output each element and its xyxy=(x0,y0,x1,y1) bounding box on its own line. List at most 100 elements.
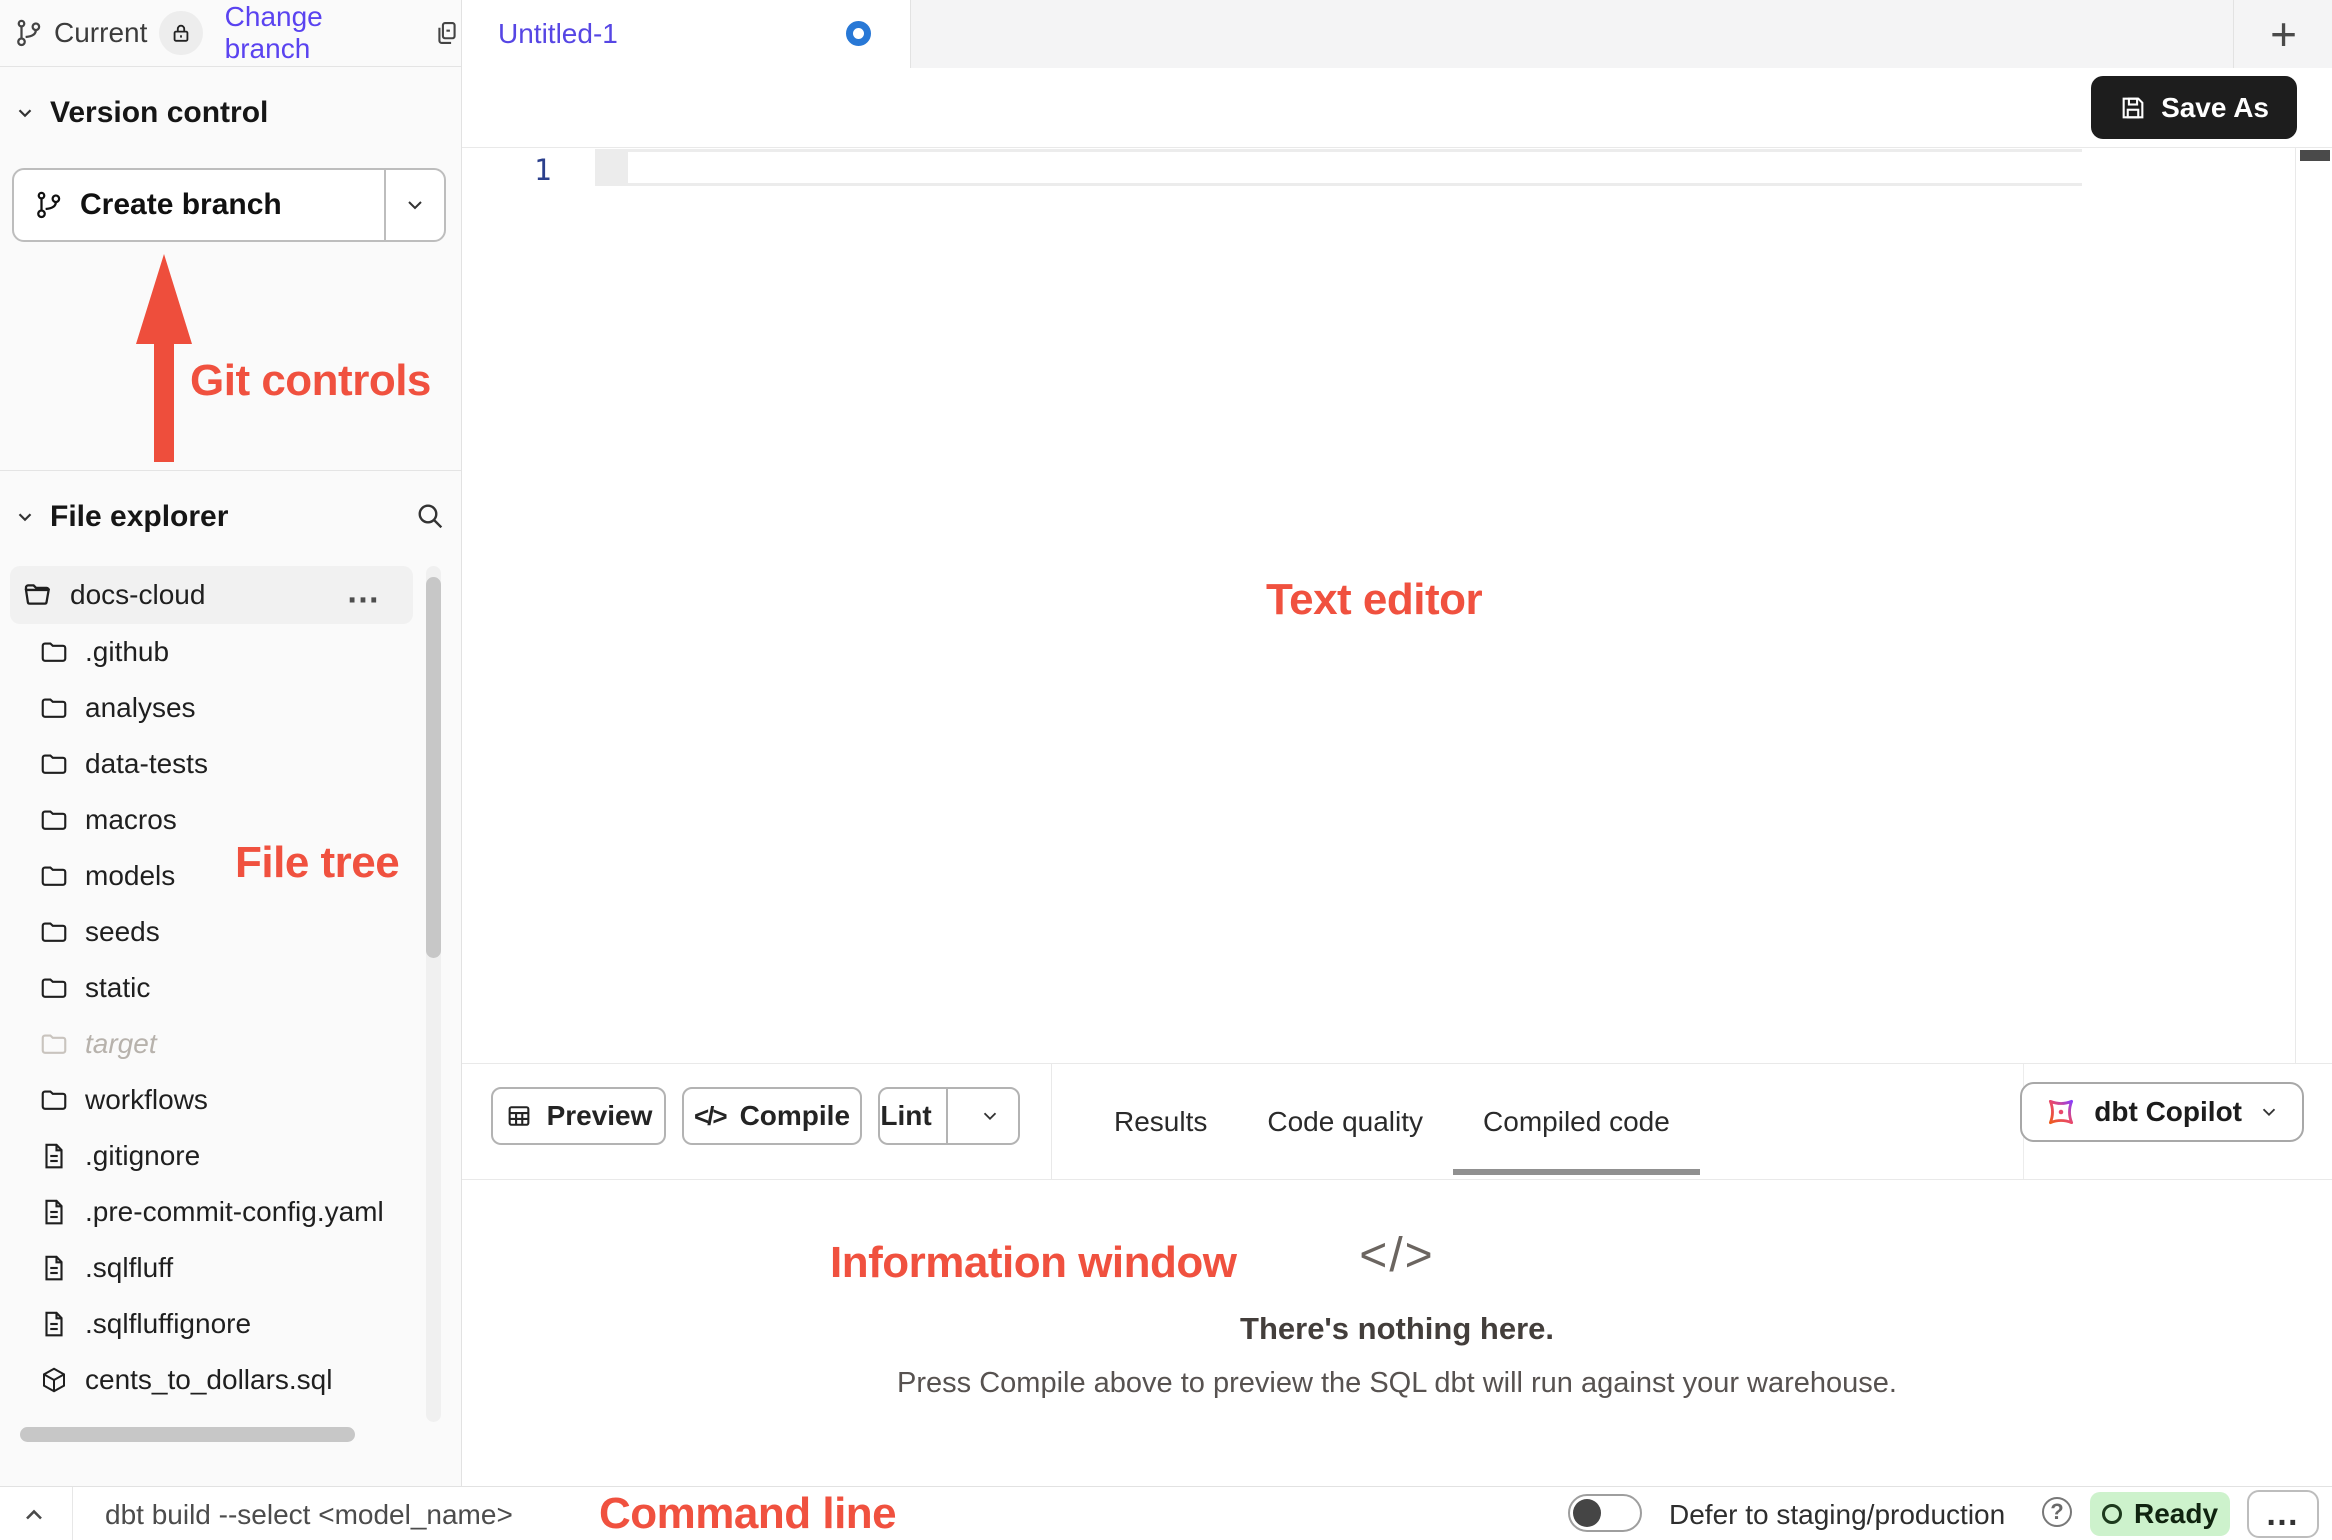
tree-item-static[interactable]: static xyxy=(0,960,420,1016)
defer-toggle[interactable] xyxy=(1568,1494,1642,1532)
information-window: </> There's nothing here. Press Compile … xyxy=(462,1180,2332,1486)
editor-scrollbar-thumb[interactable] xyxy=(2300,150,2330,161)
tree-item-target[interactable]: target xyxy=(0,1016,420,1072)
folder-icon xyxy=(39,1085,69,1115)
tree-item-sqlfluffignore[interactable]: .sqlfluffignore xyxy=(0,1296,420,1352)
tab-compiled-code[interactable]: Compiled code xyxy=(1453,1064,1700,1179)
preview-label: Preview xyxy=(547,1100,653,1132)
tree-item-label: macros xyxy=(85,804,177,836)
save-as-button[interactable]: Save As xyxy=(2091,76,2297,139)
branch-lock-badge xyxy=(159,11,202,55)
lint-dropdown[interactable] xyxy=(962,1089,1018,1143)
create-branch-dropdown[interactable] xyxy=(386,170,444,240)
unsaved-dot-icon[interactable] xyxy=(846,21,871,46)
tab-label: Code quality xyxy=(1267,1106,1423,1138)
file-explorer-title: File explorer xyxy=(50,500,228,534)
file-tree-hscrollbar-thumb[interactable] xyxy=(20,1427,355,1442)
folder-icon xyxy=(39,1029,69,1059)
folder-icon xyxy=(39,917,69,947)
command-input[interactable]: dbt build --select <model_name> xyxy=(105,1499,513,1531)
tree-item-label: .sqlfluffignore xyxy=(85,1308,251,1340)
file-tree-root-row[interactable]: docs-cloud … xyxy=(10,566,413,624)
tree-item-sqlfluff[interactable]: .sqlfluff xyxy=(0,1240,420,1296)
git-branch-icon xyxy=(34,190,64,220)
annotation-git-controls: Git controls xyxy=(190,356,431,406)
tab-label: Compiled code xyxy=(1483,1106,1670,1138)
tree-item-label: workflows xyxy=(85,1084,208,1116)
tree-item-github[interactable]: .github xyxy=(0,624,420,680)
tree-item-gitignore[interactable]: .gitignore xyxy=(0,1128,420,1184)
folder-icon xyxy=(39,861,69,891)
file-tree-scrollbar-thumb[interactable] xyxy=(426,577,441,958)
toggle-knob xyxy=(1573,1499,1601,1527)
chevron-down-icon xyxy=(403,193,427,217)
tree-item-label: .pre-commit-config.yaml xyxy=(85,1196,384,1228)
lint-label: Lint xyxy=(880,1100,931,1132)
panel-divider xyxy=(1051,1064,1052,1179)
folder-icon xyxy=(39,749,69,779)
current-branch-label: Current xyxy=(54,17,147,49)
tree-item-seeds[interactable]: seeds xyxy=(0,904,420,960)
save-icon xyxy=(2119,94,2147,122)
create-branch-label: Create branch xyxy=(80,188,282,222)
editor-active-line[interactable] xyxy=(595,149,2082,186)
tree-item-data-tests[interactable]: data-tests xyxy=(0,736,420,792)
editor-line-input[interactable] xyxy=(628,152,2082,183)
file-tree-root-label: docs-cloud xyxy=(70,579,205,611)
tree-item-label: analyses xyxy=(85,692,196,724)
version-control-section-header[interactable]: Version control xyxy=(14,96,268,130)
tab-code-quality[interactable]: Code quality xyxy=(1237,1064,1453,1179)
chevron-down-icon xyxy=(14,102,36,124)
results-tabs: Results Code quality Compiled code xyxy=(1084,1064,1700,1179)
tree-item-label: target xyxy=(85,1028,157,1060)
tree-item-pre-commit-config[interactable]: .pre-commit-config.yaml xyxy=(0,1184,420,1240)
chevron-up-icon[interactable] xyxy=(20,1501,48,1529)
help-glyph: ? xyxy=(2050,1499,2063,1525)
file-actions-menu-icon[interactable]: … xyxy=(346,572,383,611)
more-options-button[interactable]: … xyxy=(2247,1490,2319,1538)
lint-split-button[interactable]: Lint xyxy=(878,1087,1020,1145)
preview-button[interactable]: Preview xyxy=(491,1087,666,1145)
editor-scrollbar-track[interactable] xyxy=(2295,148,2332,1063)
tab-results[interactable]: Results xyxy=(1084,1064,1237,1179)
tree-item-workflows[interactable]: workflows xyxy=(0,1072,420,1128)
tab-title: Untitled-1 xyxy=(498,18,618,50)
compile-label: Compile xyxy=(740,1100,850,1132)
git-branch-icon xyxy=(14,18,44,48)
empty-state-title: There's nothing here. xyxy=(1240,1311,1554,1347)
folder-icon xyxy=(39,637,69,667)
editor-toolbar: Save As xyxy=(462,68,2332,148)
help-icon[interactable]: ? xyxy=(2042,1497,2072,1527)
git-header: Current Change branch xyxy=(0,0,461,67)
folder-open-icon xyxy=(22,579,54,611)
chevron-down-icon xyxy=(14,506,36,528)
new-tab-button[interactable]: + xyxy=(2233,0,2332,68)
create-branch-main[interactable]: Create branch xyxy=(14,170,384,240)
bar-divider xyxy=(72,1487,73,1540)
dbt-copilot-button[interactable]: dbt Copilot xyxy=(2020,1082,2304,1142)
status-label: Ready xyxy=(2134,1498,2218,1530)
change-branch-link[interactable]: Change branch xyxy=(225,1,413,65)
model-cube-icon xyxy=(39,1365,69,1395)
tree-item-analyses[interactable]: analyses xyxy=(0,680,420,736)
compile-button[interactable]: </> Compile xyxy=(682,1087,862,1145)
search-icon[interactable] xyxy=(414,500,446,532)
sidebar: Current Change branch Version control xyxy=(0,0,462,1486)
chevron-down-icon xyxy=(2258,1101,2280,1123)
file-icon xyxy=(39,1309,69,1339)
folder-icon xyxy=(39,693,69,723)
lint-button[interactable]: Lint xyxy=(880,1089,932,1143)
tree-item-cents-to-dollars[interactable]: cents_to_dollars.sql xyxy=(0,1352,420,1408)
create-branch-button[interactable]: Create branch xyxy=(12,168,446,242)
copilot-label: dbt Copilot xyxy=(2094,1096,2242,1128)
empty-state-subtitle: Press Compile above to preview the SQL d… xyxy=(897,1367,1897,1400)
defer-label: Defer to staging/production xyxy=(1669,1499,2005,1531)
copy-branch-icon[interactable] xyxy=(433,19,461,47)
file-icon xyxy=(39,1141,69,1171)
tab-untitled-1[interactable]: Untitled-1 xyxy=(462,0,911,69)
file-explorer-section-header[interactable]: File explorer xyxy=(14,500,228,534)
table-icon xyxy=(505,1102,533,1130)
annotation-information-window: Information window xyxy=(830,1238,1237,1288)
action-buttons: Preview </> Compile Lint xyxy=(491,1087,1020,1145)
folder-icon xyxy=(39,973,69,1003)
